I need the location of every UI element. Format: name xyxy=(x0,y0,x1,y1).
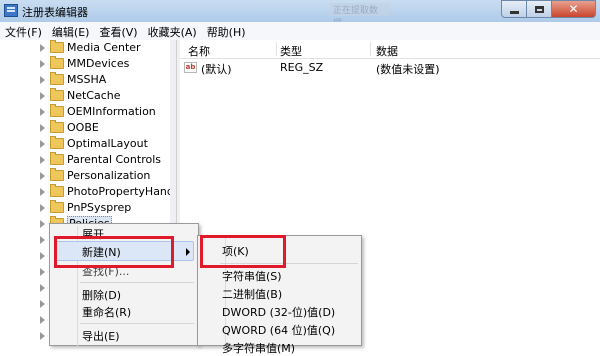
ghost-window-title: 正在提取数据... xyxy=(330,3,390,29)
tree-item-label: OEMInformation xyxy=(67,105,156,118)
expand-arrow-icon[interactable] xyxy=(40,300,45,308)
tree-item-label: MSSHA xyxy=(67,73,107,86)
menu-separator xyxy=(220,263,358,264)
folder-icon xyxy=(50,168,64,181)
folder-icon xyxy=(50,56,64,69)
menu-item-expand[interactable]: 展开 xyxy=(82,226,104,242)
menu-help[interactable]: 帮助(H) xyxy=(202,22,251,40)
expand-arrow-icon[interactable] xyxy=(40,268,45,276)
tree-item-label: OptimalLayout xyxy=(67,137,148,150)
tree-item[interactable]: Media Center xyxy=(0,40,176,56)
tree-item[interactable]: PhotoPropertyHandl xyxy=(0,184,176,200)
menu-separator xyxy=(80,282,194,283)
tree-item[interactable]: NetCache xyxy=(0,88,176,104)
minimize-icon xyxy=(509,10,519,14)
column-header-name[interactable]: 名称 xyxy=(188,43,210,59)
context-menu: 展开 新建(N) 查找(F)... 删除(D) 重命名(R) 导出(E) xyxy=(49,223,199,346)
expand-arrow-icon[interactable] xyxy=(40,332,45,340)
menu-item-export[interactable]: 导出(E) xyxy=(82,328,120,344)
tree-item-label: Media Center xyxy=(67,41,141,54)
table-row[interactable]: ab (默认) REG_SZ (数值未设置) xyxy=(180,60,600,76)
window-controls: ✕ xyxy=(501,0,596,18)
menu-item-delete[interactable]: 删除(D) xyxy=(82,287,121,303)
tree-item-label: Parental Controls xyxy=(67,153,161,166)
submenu-item-dword-value[interactable]: DWORD (32-位)值(D) xyxy=(222,304,335,320)
tree-item-label: MMDevices xyxy=(67,57,130,70)
folder-icon xyxy=(50,120,64,133)
folder-icon xyxy=(50,104,64,117)
maximize-icon xyxy=(534,5,544,13)
folder-icon xyxy=(50,72,64,85)
tree-item-label: PnPSysprep xyxy=(67,201,132,214)
tree-item-label: Personalization xyxy=(67,169,151,182)
tree-item-label: PhotoPropertyHandl xyxy=(67,185,176,198)
folder-icon xyxy=(50,136,64,149)
expand-arrow-icon[interactable] xyxy=(40,204,45,212)
submenu-item-string-value[interactable]: 字符串值(S) xyxy=(222,268,282,284)
menu-item-find[interactable]: 查找(F)... xyxy=(82,263,129,279)
expand-arrow-icon[interactable] xyxy=(40,188,45,196)
expand-arrow-icon[interactable] xyxy=(40,236,45,244)
expand-arrow-icon[interactable] xyxy=(40,44,45,52)
menu-edit[interactable]: 编辑(E) xyxy=(47,22,95,40)
menu-item-highlight xyxy=(54,241,194,261)
title-bar: 注册表编辑器 正在提取数据... ✕ xyxy=(0,0,600,29)
menu-item-rename[interactable]: 重命名(R) xyxy=(82,304,131,320)
folder-icon xyxy=(50,200,64,213)
tree-item[interactable]: MMDevices xyxy=(0,56,176,72)
expand-arrow-icon[interactable] xyxy=(40,220,45,228)
tree-item[interactable]: OptimalLayout xyxy=(0,136,176,152)
menu-bar: 文件(F) 编辑(E) 查看(V) 收藏夹(A) 帮助(H) xyxy=(0,22,600,41)
value-data: (数值未设置) xyxy=(376,63,440,76)
expand-arrow-icon[interactable] xyxy=(40,76,45,84)
menu-separator xyxy=(80,323,194,324)
expand-arrow-icon[interactable] xyxy=(40,316,45,324)
folder-icon xyxy=(50,88,64,101)
column-divider[interactable] xyxy=(370,42,371,56)
regedit-app-icon xyxy=(4,4,18,17)
folder-icon xyxy=(50,152,64,165)
submenu-item-qword-value[interactable]: QWORD (64 位)值(Q) xyxy=(222,322,335,338)
tree-item[interactable]: PnPSysprep xyxy=(0,200,176,216)
column-divider[interactable] xyxy=(276,42,277,56)
expand-arrow-icon[interactable] xyxy=(40,60,45,68)
submenu-arrow-icon xyxy=(186,248,190,256)
list-header: 名称 类型 数据 xyxy=(180,40,600,59)
close-icon: ✕ xyxy=(568,2,579,16)
menu-favorites[interactable]: 收藏夹(A) xyxy=(143,22,202,40)
submenu-item-key[interactable]: 项(K) xyxy=(222,243,249,259)
window-title: 注册表编辑器 xyxy=(22,6,88,19)
expand-arrow-icon[interactable] xyxy=(40,140,45,148)
expand-arrow-icon[interactable] xyxy=(40,92,45,100)
folder-icon xyxy=(50,184,64,197)
tree-item[interactable]: MSSHA xyxy=(0,72,176,88)
value-type: REG_SZ xyxy=(280,61,324,74)
string-value-icon: ab xyxy=(184,62,197,73)
column-header-type[interactable]: 类型 xyxy=(280,43,302,59)
menu-item-new[interactable]: 新建(N) xyxy=(82,244,121,260)
maximize-button[interactable] xyxy=(527,0,552,18)
menu-view[interactable]: 查看(V) xyxy=(94,22,142,40)
submenu-item-binary-value[interactable]: 二进制值(B) xyxy=(222,286,282,302)
value-name: (默认) xyxy=(201,63,232,76)
expand-arrow-icon[interactable] xyxy=(40,172,45,180)
close-button[interactable]: ✕ xyxy=(552,0,596,18)
folder-icon xyxy=(50,40,64,53)
menu-file[interactable]: 文件(F) xyxy=(0,22,47,40)
new-submenu: 项(K) 字符串值(S) 二进制值(B) DWORD (32-位)值(D) QW… xyxy=(197,235,362,355)
expand-arrow-icon[interactable] xyxy=(40,124,45,132)
tree-item[interactable]: Parental Controls xyxy=(0,152,176,168)
tree-item-label: NetCache xyxy=(67,89,121,102)
column-header-data[interactable]: 数据 xyxy=(376,43,398,59)
tree-item[interactable]: Personalization xyxy=(0,168,176,184)
minimize-button[interactable] xyxy=(501,0,527,18)
expand-arrow-icon[interactable] xyxy=(40,108,45,116)
tree-item[interactable]: OEMInformation xyxy=(0,104,176,120)
expand-arrow-icon[interactable] xyxy=(40,284,45,292)
expand-arrow-icon[interactable] xyxy=(40,252,45,260)
tree-item[interactable]: OOBE xyxy=(0,120,176,136)
tree-item-label: OOBE xyxy=(67,121,99,134)
expand-arrow-icon[interactable] xyxy=(40,156,45,164)
submenu-item-multistring-value[interactable]: 多字符串值(M) xyxy=(222,340,295,356)
